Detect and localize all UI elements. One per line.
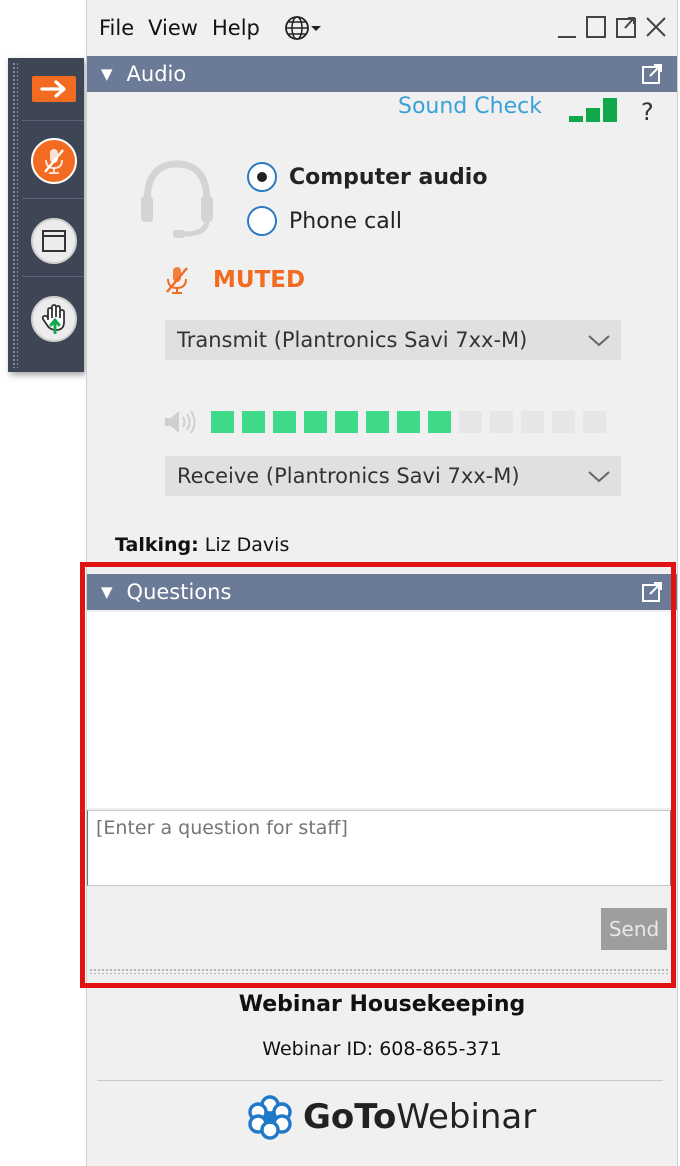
volume-segment — [397, 411, 420, 433]
menu-bar: File View Help — [87, 0, 677, 56]
webinar-title: Webinar Housekeeping — [238, 992, 526, 1017]
language-menu[interactable] — [284, 15, 322, 41]
audio-section-header[interactable]: ▼ Audio — [87, 56, 677, 92]
phone-call-option[interactable]: Phone call — [247, 206, 402, 236]
gotowebinar-logo: GoTo Webinar — [245, 1094, 536, 1140]
radio-phone-call[interactable] — [247, 206, 277, 236]
raise-hand-icon — [41, 304, 65, 334]
volume-segment — [583, 411, 606, 433]
talking-label: Talking: — [115, 534, 199, 556]
menu-view[interactable]: View — [148, 16, 198, 40]
mute-status: MUTED — [163, 264, 305, 296]
volume-meter — [211, 411, 606, 433]
volume-segment — [273, 411, 296, 433]
computer-audio-option[interactable]: Computer audio — [247, 162, 487, 192]
globe-icon — [284, 16, 309, 40]
divider — [97, 1080, 663, 1081]
radio-computer-audio[interactable] — [247, 162, 277, 192]
toolbar-grip[interactable] — [12, 62, 18, 368]
phone-call-label: Phone call — [289, 208, 402, 234]
collapse-panel-button[interactable] — [32, 76, 76, 102]
mic-muted-icon — [166, 267, 188, 294]
window-controls — [557, 14, 667, 40]
muted-label: MUTED — [213, 267, 306, 293]
transmit-device-select[interactable]: Transmit (Plantronics Savi 7xx-M) — [165, 320, 621, 360]
volume-segment — [304, 411, 327, 433]
receive-device-value: Receive (Plantronics Savi 7xx-M) — [177, 464, 520, 488]
window-icon — [42, 230, 66, 252]
gotowebinar-flower-icon — [248, 1095, 292, 1140]
computer-audio-label: Computer audio — [289, 164, 488, 190]
arrow-right-icon — [40, 80, 66, 98]
brand-webinar-text: Webinar — [396, 1097, 537, 1137]
talking-indicator: Talking: Liz Davis — [115, 534, 289, 556]
speaker-icon — [165, 410, 196, 434]
raise-hand-button[interactable] — [31, 296, 77, 342]
audio-help-icon[interactable]: ? — [641, 98, 654, 126]
toolbar-divider — [22, 276, 84, 277]
brand-go-text: GoTo — [303, 1097, 397, 1137]
menu-file[interactable]: File — [99, 16, 134, 40]
volume-segment — [428, 411, 451, 433]
audio-header-title: Audio — [126, 62, 187, 86]
toolbar-divider — [22, 198, 84, 199]
headset-icon — [141, 160, 213, 238]
volume-segment — [242, 411, 265, 433]
menu-help[interactable]: Help — [212, 16, 260, 40]
receive-device-select[interactable]: Receive (Plantronics Savi 7xx-M) — [165, 456, 621, 496]
toolbar-divider — [22, 120, 84, 121]
mute-toggle-button[interactable] — [31, 138, 77, 184]
collapse-caret-icon[interactable]: ▼ — [101, 65, 113, 83]
sound-check-link[interactable]: Sound Check — [398, 94, 542, 119]
minimize-icon[interactable] — [557, 14, 577, 40]
speaker-level — [163, 408, 606, 436]
popout-icon[interactable] — [615, 14, 637, 40]
webinar-id: Webinar ID: 608-865-371 — [262, 1038, 502, 1060]
mic-muted-icon — [44, 149, 64, 174]
close-icon[interactable] — [645, 14, 667, 40]
highlight-frame — [80, 562, 676, 988]
volume-segment — [552, 411, 575, 433]
maximize-icon[interactable] — [585, 14, 607, 40]
show-window-button[interactable] — [31, 218, 77, 264]
volume-segment — [335, 411, 358, 433]
volume-segment — [490, 411, 513, 433]
chevron-down-icon — [310, 26, 321, 31]
signal-strength-icon — [569, 98, 617, 122]
control-panel-toolbar — [8, 58, 84, 372]
chevron-down-icon — [588, 335, 610, 347]
volume-segment — [366, 411, 389, 433]
volume-segment — [521, 411, 544, 433]
transmit-device-value: Transmit (Plantronics Savi 7xx-M) — [177, 328, 528, 352]
popout-icon[interactable] — [641, 63, 663, 85]
chevron-down-icon — [588, 471, 610, 483]
talking-name: Liz Davis — [204, 534, 290, 556]
volume-segment — [211, 411, 234, 433]
volume-segment — [459, 411, 482, 433]
